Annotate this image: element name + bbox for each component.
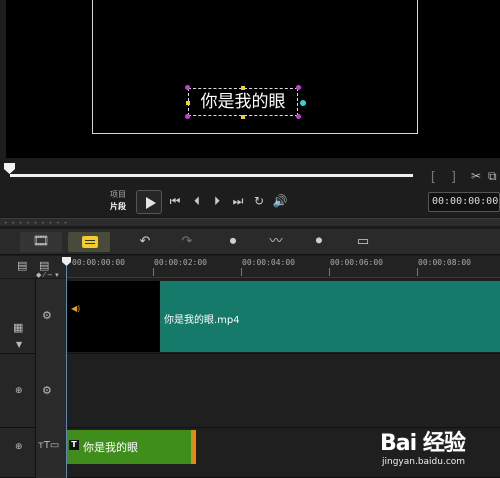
repeat-icon[interactable]: ↻ (251, 194, 267, 208)
cut-icon[interactable]: ✂ (471, 169, 481, 183)
subtitle-editor-button[interactable]: ▭ (342, 232, 384, 252)
redo-button[interactable]: ↷ (166, 232, 208, 252)
title-text-box[interactable]: 你是我的眼 (188, 88, 298, 116)
next-frame-icon[interactable]: ⏵ (209, 194, 225, 209)
title-clip-label: 你是我的眼 (83, 441, 138, 454)
resize-handle-left[interactable] (186, 101, 190, 105)
preview-title-text[interactable]: 你是我的眼 (189, 91, 297, 113)
storyboard-view-button[interactable]: 🎞 (20, 232, 62, 252)
title-track-icon[interactable]: тT▭ (38, 440, 59, 451)
ruler-tick (241, 268, 242, 276)
mode-clip-label[interactable]: 片段 (110, 201, 132, 213)
resize-handle-top[interactable] (241, 86, 245, 90)
ripple-edit-icon[interactable]: ▦ (13, 321, 23, 334)
video-clip-thumbnail[interactable] (66, 281, 160, 352)
mark-out-icon[interactable]: ] (450, 170, 458, 185)
rotate-handle[interactable] (300, 100, 306, 106)
play-mode-selector[interactable]: 项目 片段 (110, 189, 132, 213)
clip-audio-icon: ◀) (71, 304, 81, 313)
watermark-logo: Bai 经验 (380, 431, 466, 456)
ruler-tick (153, 268, 154, 276)
ruler-tick (329, 268, 330, 276)
ruler-tick-label: 00:00:08:00 (418, 258, 471, 267)
volume-icon[interactable]: 🔊 (272, 194, 288, 208)
undo-button[interactable]: ↶ (124, 232, 166, 252)
mode-project-label[interactable]: 项目 (110, 189, 132, 201)
ruler-tick-label: 00:00:02:00 (154, 258, 207, 267)
ruler-tick (417, 268, 418, 276)
title-clip-type-icon: T (69, 440, 79, 450)
ruler-tick-label: 00:00:04:00 (242, 258, 295, 267)
overlay-track[interactable] (66, 354, 500, 428)
lock-icon[interactable]: ⊕ (15, 442, 23, 452)
baidu-jingyan-watermark: Bai 经验 jingyan.baidu.com (380, 425, 498, 475)
timecode-field[interactable]: 00:00:00:00 (428, 192, 500, 212)
resize-handle-bottom[interactable] (241, 115, 245, 119)
video-track-icon[interactable]: ⚙ (42, 309, 52, 322)
enlarge-icon[interactable]: ⧉ (488, 169, 497, 184)
lock-icon[interactable]: ⊕ (15, 386, 23, 396)
auto-music-button[interactable]: ⚫ (298, 232, 340, 252)
zoom-control[interactable]: ◆ ⁄ − ▾ (36, 271, 59, 279)
resize-handle-br[interactable] (296, 114, 301, 119)
show-all-tracks-icon[interactable]: ▤ (17, 259, 27, 272)
title-track-icon-cell (35, 428, 66, 478)
ruler-tick-label: 00:00:06:00 (330, 258, 383, 267)
scrubber-track[interactable] (10, 174, 413, 177)
playhead-line[interactable] (66, 266, 67, 478)
overlay-track-icon[interactable]: ⚙ (42, 384, 52, 397)
record-capture-button[interactable]: ⏺ (212, 232, 254, 252)
play-button[interactable] (136, 190, 162, 214)
resize-handle-tr[interactable] (296, 85, 301, 90)
timeline-view-icon (82, 236, 98, 248)
scrubber-bar (0, 160, 500, 186)
resize-handle-bl[interactable] (185, 114, 190, 119)
go-to-end-icon[interactable]: ⏭ (230, 194, 246, 209)
grip-icon[interactable]: • • • • • • • • • (4, 220, 68, 227)
watermark-url: jingyan.baidu.com (382, 457, 466, 467)
panel-divider[interactable] (0, 218, 500, 226)
resize-handle-tl[interactable] (185, 85, 190, 90)
previous-frame-icon[interactable]: ⏴ (189, 194, 205, 209)
mark-in-icon[interactable]: [ (429, 170, 437, 185)
chevron-down-icon[interactable]: ▼ (16, 340, 22, 349)
playback-controls (0, 186, 500, 216)
sound-mixer-button[interactable]: 〰 (255, 232, 297, 252)
video-clip-label: 你是我的眼.mp4 (164, 315, 240, 326)
ruler-tick-label: 00:00:00:00 (72, 258, 125, 267)
go-to-start-icon[interactable]: ⏮ (167, 194, 183, 209)
